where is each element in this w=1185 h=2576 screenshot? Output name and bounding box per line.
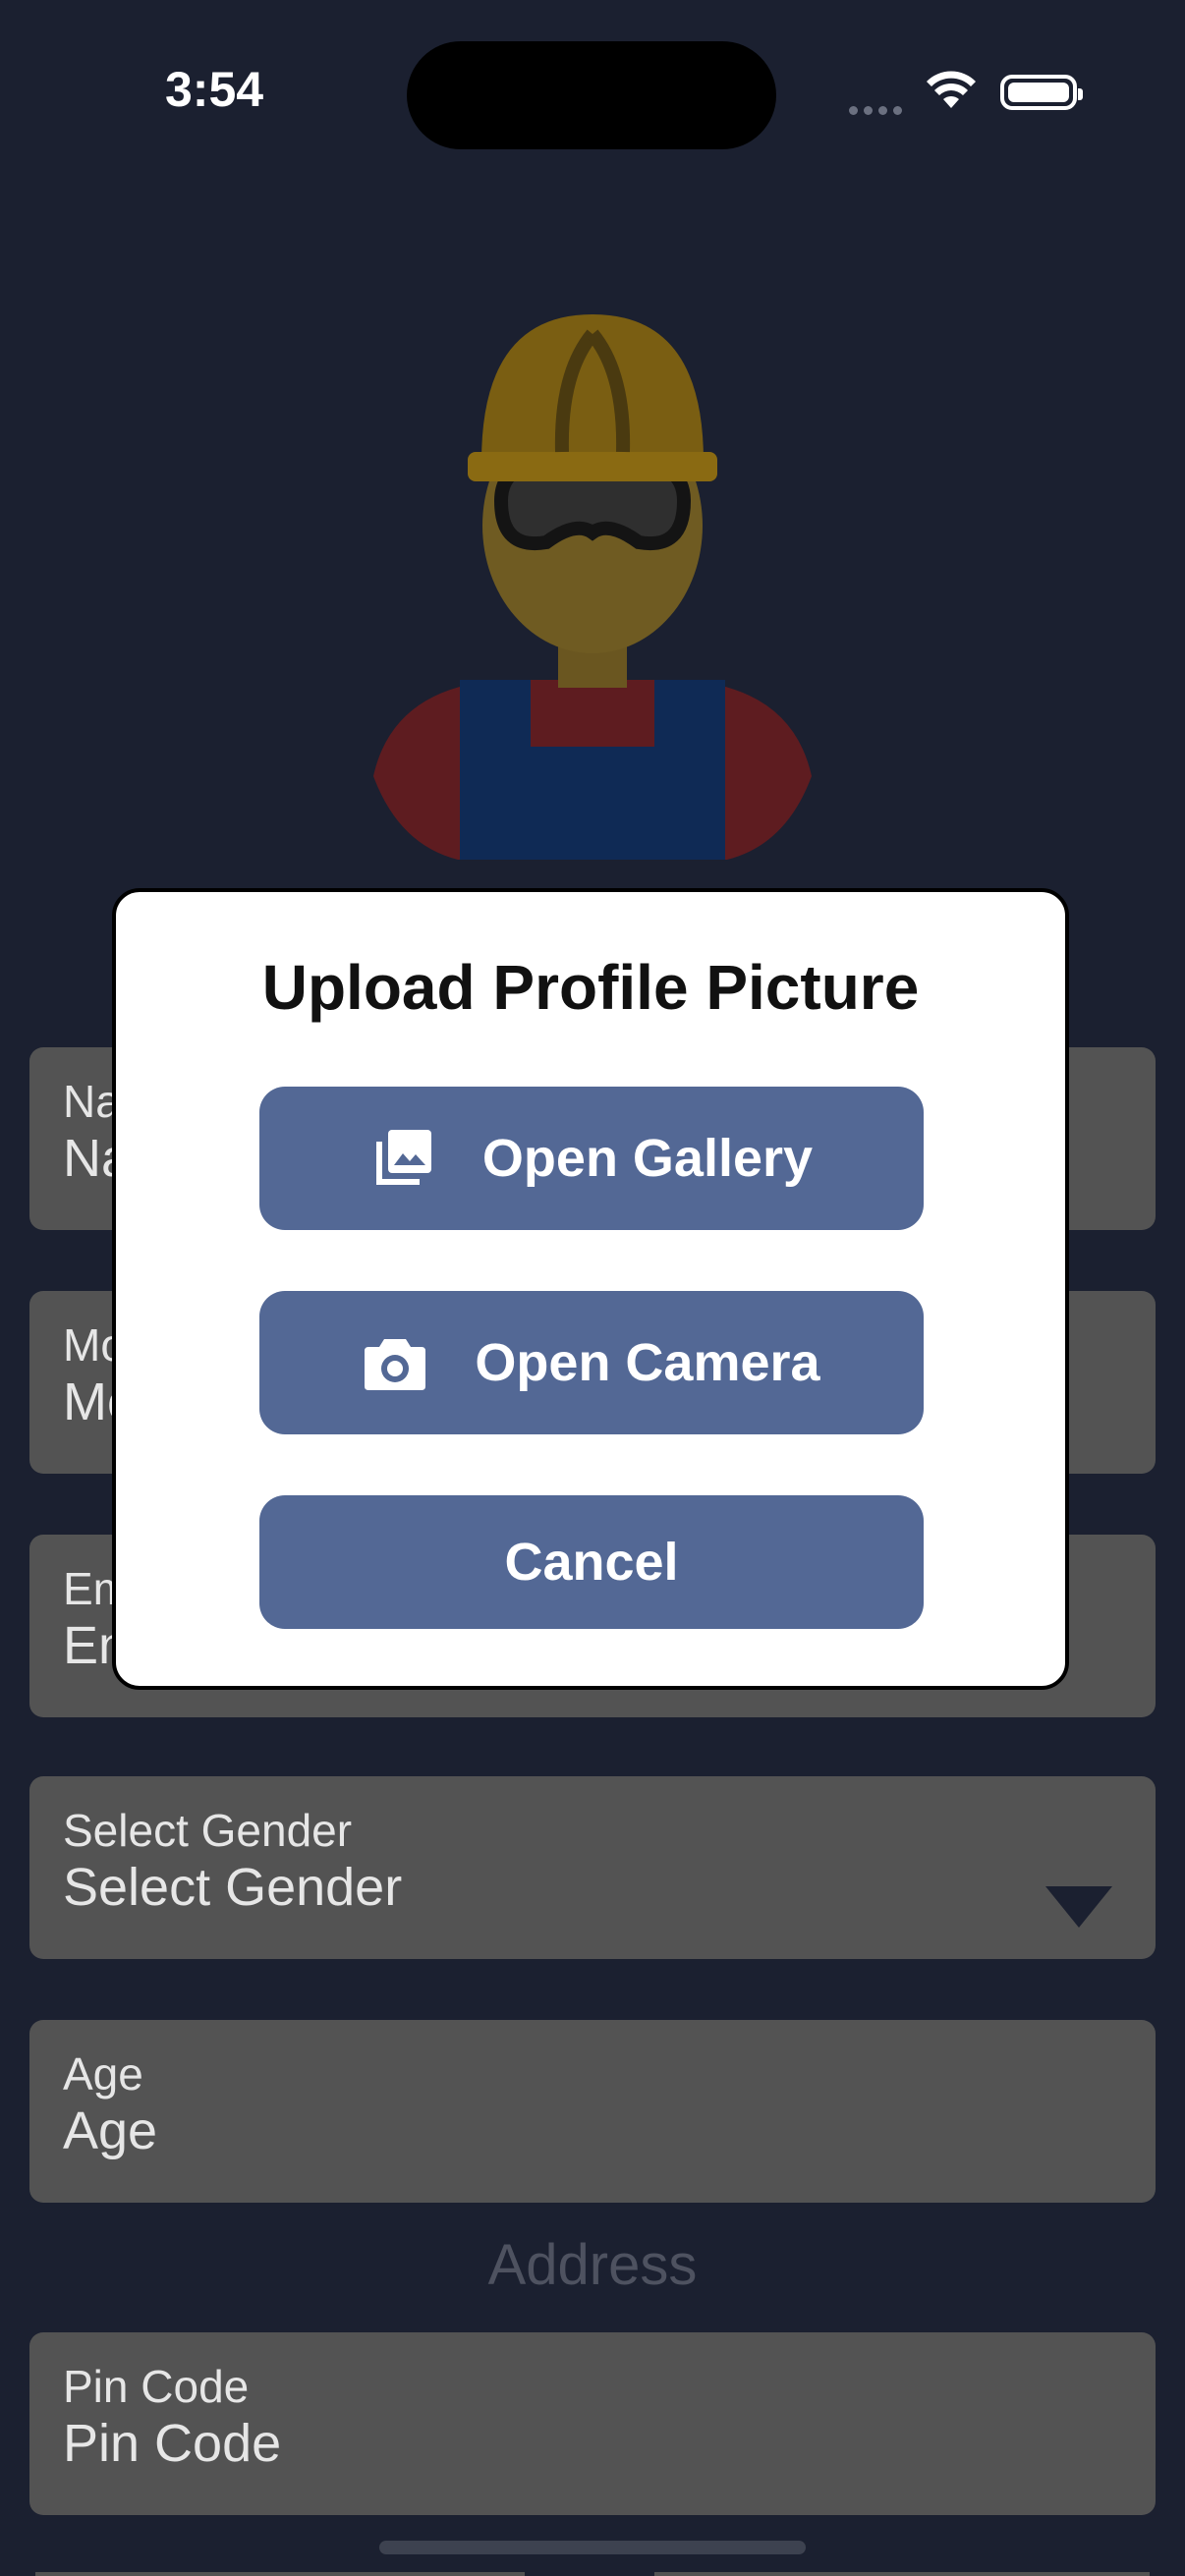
upload-dialog: Upload Profile Picture Open Gallery Open…	[112, 888, 1069, 1690]
age-field-value: Age	[63, 2101, 158, 2160]
open-gallery-button[interactable]: Open Gallery	[259, 1087, 924, 1230]
dialog-title: Upload Profile Picture	[261, 952, 920, 1023]
dynamic-island	[407, 41, 776, 149]
worker-avatar[interactable]	[354, 314, 831, 865]
cancel-label: Cancel	[504, 1533, 679, 1592]
pin-code-field-label: Pin Code	[63, 2361, 250, 2412]
status-time: 3:54	[165, 62, 264, 117]
home-indicator[interactable]	[379, 2541, 806, 2554]
camera-icon	[363, 1333, 427, 1392]
gender-select-label: Select Gender	[63, 1805, 353, 1856]
chevron-down-icon[interactable]	[1045, 1886, 1112, 1928]
gallery-icon	[370, 1126, 435, 1191]
open-camera-label: Open Camera	[475, 1333, 820, 1392]
open-gallery-label: Open Gallery	[481, 1129, 814, 1188]
gender-select-value: Select Gender	[63, 1858, 403, 1917]
pin-code-field[interactable]: Pin Code Pin Code	[29, 2332, 1156, 2515]
gender-select[interactable]: Select Gender Select Gender	[29, 1776, 1156, 1959]
next-field-peek	[35, 2572, 525, 2576]
open-camera-button[interactable]: Open Camera	[259, 1291, 924, 1434]
cancel-button[interactable]: Cancel	[259, 1495, 924, 1629]
signal-icon	[849, 102, 908, 120]
age-field[interactable]: Age Age	[29, 2020, 1156, 2203]
pin-code-field-value: Pin Code	[63, 2414, 282, 2473]
age-field-label: Age	[63, 2048, 143, 2100]
wifi-icon	[927, 71, 976, 108]
next-field-peek	[654, 2572, 1150, 2576]
battery-icon	[1000, 75, 1083, 110]
status-bar: 3:54	[0, 0, 1185, 187]
address-section-title: Address	[487, 2233, 698, 2297]
